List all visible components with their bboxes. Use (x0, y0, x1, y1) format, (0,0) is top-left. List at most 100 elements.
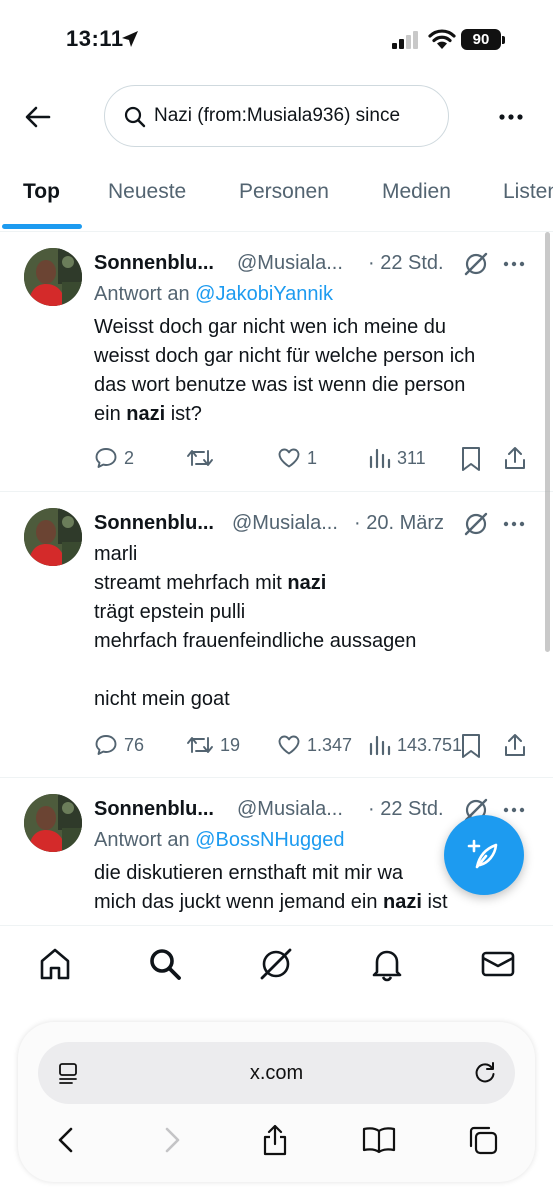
tweet-text-segment: das wort benutze was ist wenn die person (94, 374, 466, 396)
tweet-author-handle[interactable]: @Musiala... (237, 798, 343, 821)
highlighted-keyword: nazi (126, 403, 166, 425)
analytics-icon (369, 735, 391, 756)
retweet-button[interactable] (186, 446, 214, 470)
share-icon[interactable] (503, 732, 527, 758)
more-options-button[interactable] (495, 103, 527, 131)
back-button[interactable] (20, 99, 56, 135)
like-count: 1 (307, 447, 318, 468)
tweet-author-handle[interactable]: @Musiala... (232, 512, 338, 535)
nav-notifications[interactable] (367, 944, 407, 984)
reply-mention-link[interactable]: @JakobiYannik (195, 283, 333, 305)
more-horizontal-icon[interactable] (502, 512, 526, 536)
nav-home[interactable] (35, 944, 75, 984)
heart-icon (278, 448, 300, 468)
avatar[interactable] (24, 248, 82, 306)
view-count: 311 (397, 447, 426, 468)
chevron-left-icon (58, 1127, 73, 1153)
reply-prefix: Antwort an (94, 829, 196, 851)
avatar-image (24, 248, 82, 306)
tweet-2[interactable]: Sonnenblu... @Musiala... · 20. März marl… (0, 492, 553, 778)
nav-grok[interactable] (256, 944, 296, 984)
reply-count: 2 (124, 447, 135, 468)
cellular-signal-icon (392, 31, 418, 49)
tab-neueste[interactable]: Neueste (108, 180, 186, 204)
tweet-line: ein nazi ist? (94, 400, 534, 429)
like-button[interactable]: 1.347 (277, 733, 352, 757)
retweet-icon (187, 737, 213, 753)
reload-icon[interactable] (472, 1060, 498, 1086)
bottom-navigation (0, 925, 553, 1005)
tweet-author-name[interactable]: Sonnenblu... (94, 798, 214, 821)
tweet-timestamp[interactable]: · 22 Std. (368, 252, 444, 275)
views-button[interactable]: 143.751 (369, 733, 462, 757)
tweet-text-segment: ist? (165, 403, 202, 425)
highlighted-keyword: nazi (383, 891, 422, 913)
compose-post-button[interactable] (444, 815, 524, 895)
tabs-icon (469, 1126, 498, 1155)
tweet-line: Weisst doch gar nicht wen ich meine du (94, 313, 534, 342)
share-icon (263, 1124, 287, 1156)
reply-context: Antwort an @JakobiYannik (94, 283, 333, 306)
like-button[interactable]: 1 (277, 446, 317, 470)
comment-icon (95, 448, 117, 468)
tweet-author-handle[interactable]: @Musiala... (237, 252, 343, 275)
tweet-line: das wort benutze was ist wenn die person (94, 371, 534, 400)
tweet-text-segment: streamt mehrfach mit (94, 572, 288, 594)
tweet-author-name[interactable]: Sonnenblu... (94, 252, 214, 275)
arrow-left-icon (25, 106, 51, 128)
tab-listen[interactable]: Listen (503, 180, 553, 204)
bookmark-icon[interactable] (460, 446, 482, 472)
reply-mention-link[interactable]: @BossNHugged (195, 829, 344, 851)
battery-nub (502, 36, 505, 44)
avatar[interactable] (24, 794, 82, 852)
more-horizontal-icon[interactable] (502, 798, 526, 822)
retweet-count: 19 (220, 734, 241, 755)
scroll-indicator[interactable] (545, 232, 550, 652)
reply-context: Antwort an @BossNHugged (94, 829, 344, 852)
active-tab-indicator (2, 224, 82, 229)
reply-button[interactable]: 2 (94, 446, 134, 470)
status-bar: 13:11 90 (0, 0, 553, 80)
heart-icon (278, 735, 300, 755)
browser-share-button[interactable] (255, 1120, 295, 1160)
share-icon[interactable] (503, 445, 527, 471)
more-horizontal-icon[interactable] (502, 252, 526, 276)
grok-icon[interactable] (463, 511, 489, 537)
nav-explore[interactable] (145, 944, 185, 984)
tweet-text-segment: mehrfach frauenfeindliche aussagen (94, 630, 417, 652)
tweet-line: nicht mein goat (94, 685, 534, 714)
tweet-text-segment: ein (94, 403, 127, 425)
reply-button[interactable]: 76 (94, 733, 144, 757)
avatar-image (24, 508, 82, 566)
bookmark-icon[interactable] (460, 733, 482, 759)
reply-prefix: Antwort an (94, 283, 196, 305)
tweet-text-segment: nicht mein goat (94, 688, 230, 710)
chevron-right-icon (165, 1127, 180, 1153)
views-button[interactable]: 311 (369, 446, 426, 470)
browser-forward-button[interactable] (152, 1120, 192, 1160)
feather-plus-icon (467, 839, 498, 869)
tweet-timestamp[interactable]: · 22 Std. (368, 798, 444, 821)
url-text[interactable]: x.com (38, 1062, 515, 1085)
tweet-text-segment: trägt epstein pulli (94, 601, 246, 623)
tweet-line: trägt epstein pulli (94, 598, 534, 627)
tweet-1[interactable]: Sonnenblu... @Musiala... · 22 Std. Antwo… (0, 232, 553, 492)
browser-back-button[interactable] (46, 1120, 86, 1160)
tab-top[interactable]: Top (23, 180, 60, 204)
browser-tabs-button[interactable] (463, 1120, 503, 1160)
retweet-button[interactable]: 19 (186, 733, 240, 757)
search-icon (150, 949, 181, 980)
tab-personen[interactable]: Personen (239, 180, 329, 204)
avatar[interactable] (24, 508, 82, 566)
tweet-author-name[interactable]: Sonnenblu... (94, 512, 214, 535)
grok-icon[interactable] (463, 251, 489, 277)
tweet-timestamp[interactable]: · 20. März (354, 512, 444, 535)
address-bar[interactable]: x.com (38, 1042, 515, 1104)
battery-indicator: 90 (461, 29, 501, 50)
highlighted-keyword: nazi (287, 572, 327, 594)
search-query[interactable]: Nazi (from:Musiala936) since (154, 105, 429, 127)
browser-bookmarks-button[interactable] (359, 1120, 399, 1160)
tab-medien[interactable]: Medien (382, 180, 451, 204)
nav-messages[interactable] (478, 944, 518, 984)
search-input[interactable]: Nazi (from:Musiala936) since (104, 85, 449, 147)
